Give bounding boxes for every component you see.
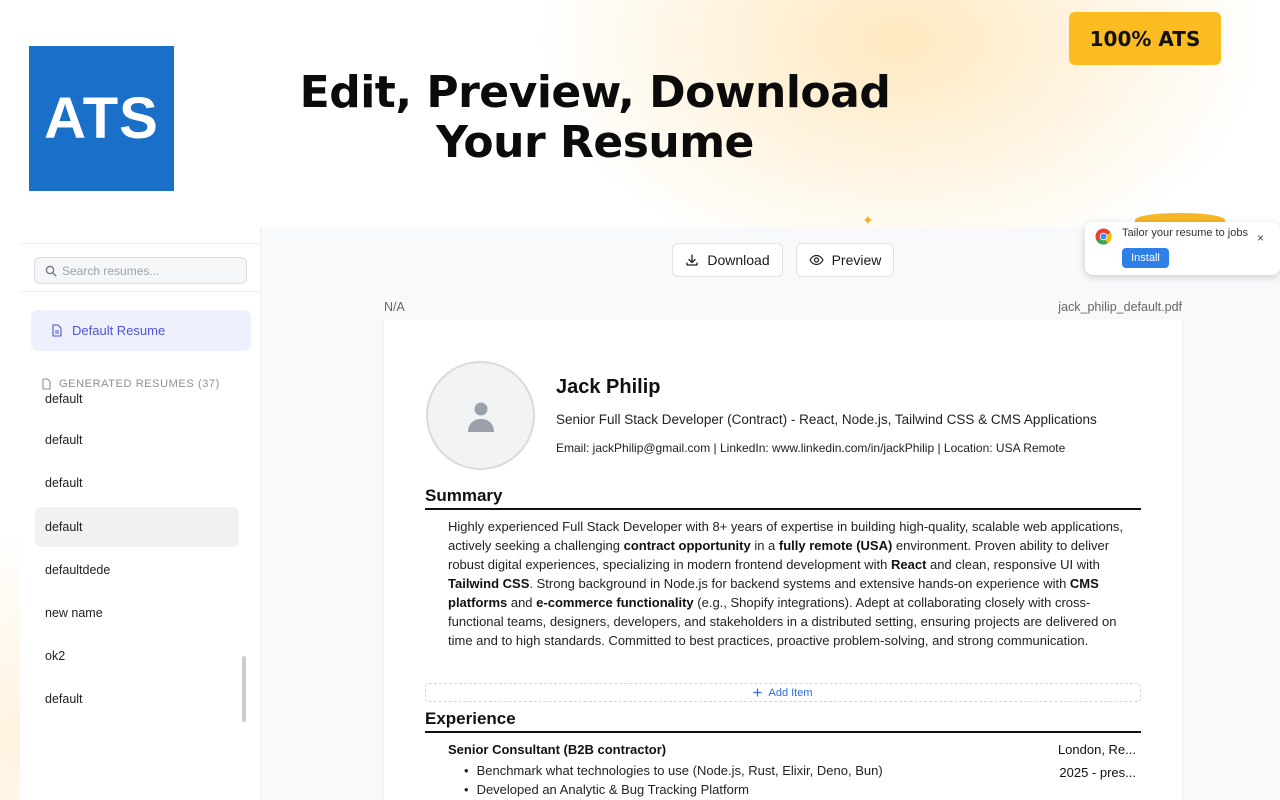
resume-list-item[interactable]: defaultdede: [35, 550, 239, 590]
default-resume-label: Default Resume: [72, 323, 166, 338]
sidebar: Default Resume GENERATED RESUMES (37) de…: [20, 227, 261, 800]
summary-segment: . Strong background in Node.js for backe…: [529, 576, 1070, 591]
scrollbar-thumb[interactable]: [242, 656, 246, 722]
avatar[interactable]: [426, 361, 535, 470]
job-location[interactable]: London, Re...: [1058, 742, 1136, 757]
resume-list-item[interactable]: new name: [35, 593, 239, 633]
file-text-icon: [52, 324, 62, 337]
popup-message: Tailor your resume to jobs: [1122, 227, 1248, 239]
summary-bold: contract opportunity: [623, 538, 751, 553]
preview-label: Preview: [831, 252, 882, 268]
summary-segment: in a: [750, 538, 779, 553]
divider: [20, 243, 261, 244]
resume-list-item[interactable]: default: [35, 420, 239, 460]
search-box[interactable]: [34, 257, 247, 284]
summary-bold: fully remote (USA): [778, 538, 893, 553]
generated-resumes-header: GENERATED RESUMES (37): [41, 377, 220, 391]
sparkle-icon: ✦: [862, 212, 874, 228]
resume-item-label: default: [45, 392, 83, 406]
resume-item-label: default: [45, 520, 83, 534]
ats-badge: 100% ATS: [1069, 12, 1221, 65]
summary-heading: Summary: [425, 486, 1141, 510]
summary-segment: and clean, responsive UI with: [926, 557, 1100, 572]
resume-item-label: default: [45, 433, 83, 447]
resume-title[interactable]: Senior Full Stack Developer (Contract) -…: [556, 412, 1097, 427]
resume-name[interactable]: Jack Philip: [556, 376, 661, 399]
add-item-button[interactable]: Add Item: [425, 683, 1141, 702]
download-label: Download: [707, 252, 770, 268]
resume-contact[interactable]: Email: jackPhilip@gmail.com | LinkedIn: …: [556, 441, 1065, 455]
resume-item-label: ok2: [45, 649, 66, 663]
user-icon: [467, 402, 494, 432]
summary-bold: e-commerce functionality: [536, 595, 694, 610]
job-bullet[interactable]: Developed an Analytic & Bug Tracking Pla…: [464, 780, 1024, 799]
logo-text: ATS: [44, 86, 159, 151]
job-bullets: Benchmark what technologies to use (Node…: [464, 761, 1024, 799]
resume-list-item[interactable]: default: [35, 463, 239, 503]
install-label: Install: [1131, 252, 1160, 264]
document-filename: jack_philip_default.pdf: [1058, 300, 1182, 314]
download-icon: [686, 254, 699, 266]
summary-bold: React: [890, 557, 927, 572]
summary-segment: and: [507, 595, 537, 610]
install-button[interactable]: Install: [1122, 248, 1169, 268]
document-meta-left: N/A: [384, 300, 405, 314]
resume-item-label: default: [45, 692, 83, 706]
resume-list-item[interactable]: default: [35, 507, 239, 547]
summary-text[interactable]: Highly experienced Full Stack Developer …: [448, 517, 1138, 650]
plus-icon: [753, 688, 762, 697]
ats-logo: ATS: [29, 46, 174, 191]
job-bullet[interactable]: Benchmark what technologies to use (Node…: [464, 761, 1024, 780]
install-popup: Tailor your resume to jobs × Install: [1085, 222, 1280, 275]
resume-list-item[interactable]: default: [35, 392, 239, 419]
resume-item-label: defaultdede: [45, 563, 111, 577]
resume-item-label: new name: [45, 606, 103, 620]
preview-button[interactable]: Preview: [796, 243, 894, 277]
headline: Edit, Preview, Download Your Resume: [265, 68, 925, 168]
summary-bold: Tailwind CSS: [448, 576, 530, 591]
add-item-label: Add Item: [768, 686, 813, 699]
generated-resumes-label: GENERATED RESUMES (37): [59, 378, 220, 390]
resume-list-item[interactable]: default: [35, 679, 239, 719]
job-role[interactable]: Senior Consultant (B2B contractor): [448, 742, 666, 757]
resume-preview: Jack Philip Senior Full Stack Developer …: [384, 319, 1182, 800]
file-icon: [42, 378, 51, 390]
chrome-icon: [1095, 228, 1112, 245]
default-resume-item[interactable]: Default Resume: [31, 310, 251, 351]
resume-list-item[interactable]: ok2: [35, 636, 239, 676]
ats-badge-text: 100% ATS: [1089, 26, 1201, 51]
resume-list: default default default default defaultd…: [20, 392, 261, 722]
search-input[interactable]: [62, 263, 232, 278]
headline-line2: Your Resume: [436, 117, 754, 168]
divider: [20, 291, 261, 292]
experience-heading: Experience: [425, 709, 1141, 733]
app-window: Default Resume GENERATED RESUMES (37) de…: [20, 227, 1280, 800]
close-icon[interactable]: ×: [1257, 231, 1264, 245]
eye-icon: [808, 254, 824, 266]
download-button[interactable]: Download: [672, 243, 783, 277]
resume-item-label: default: [45, 476, 83, 490]
headline-line1: Edit, Preview, Download: [299, 67, 891, 118]
search-icon: [45, 265, 57, 276]
job-dates[interactable]: 2025 - pres...: [1059, 765, 1136, 780]
